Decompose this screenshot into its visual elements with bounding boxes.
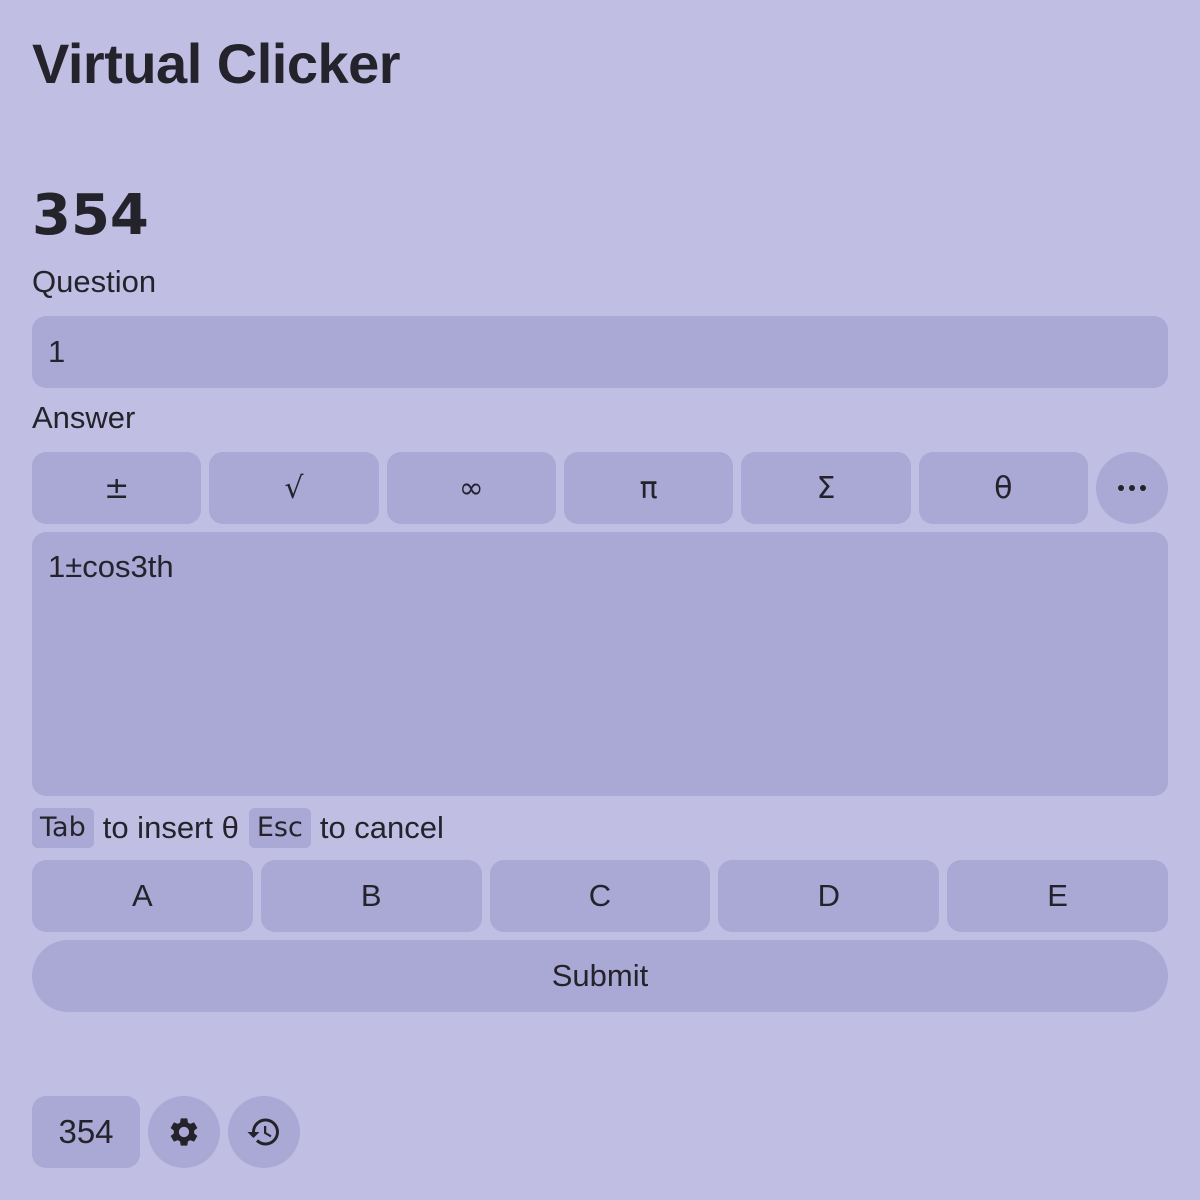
room-code-button[interactable]: 354 (32, 1096, 140, 1168)
insert-pi-button[interactable]: π (563, 452, 734, 524)
more-symbols-button[interactable] (1095, 452, 1168, 524)
esc-key-badge: Esc (248, 808, 311, 848)
question-input[interactable] (32, 316, 1168, 388)
app-title: Virtual Clicker (32, 32, 401, 95)
gear-icon (170, 1118, 198, 1146)
choice-d-button[interactable]: D (718, 860, 940, 932)
more-horizontal-icon (1117, 485, 1124, 491)
history-icon (247, 1118, 279, 1146)
choice-e-button[interactable]: E (947, 860, 1168, 932)
room-code-heading: 354 (32, 183, 149, 248)
choice-c-button[interactable]: C (489, 860, 711, 932)
symbol-toolbar: ± √ ∞ π Σ θ (32, 452, 1168, 524)
choice-b-button[interactable]: B (260, 860, 482, 932)
answer-textarea[interactable]: 1±cos3th (32, 532, 1168, 796)
keyboard-hint: Tab to insert θ Esc to cancel (32, 808, 454, 848)
choice-buttons: A B C D E (32, 860, 1168, 932)
choice-a-button[interactable]: A (32, 860, 253, 932)
insert-theta-button[interactable]: θ (918, 452, 1088, 524)
more-horizontal-icon-dot (1128, 485, 1135, 491)
settings-button[interactable] (148, 1096, 220, 1168)
more-horizontal-icon-dot (1139, 485, 1146, 491)
question-label: Question (32, 264, 157, 299)
tab-hint-text: to insert θ (102, 810, 239, 845)
tab-key-badge: Tab (32, 808, 94, 848)
history-button[interactable] (228, 1096, 300, 1168)
insert-plus-minus-button[interactable]: ± (32, 452, 202, 524)
esc-hint-text: to cancel (319, 810, 444, 845)
insert-infinity-button[interactable]: ∞ (386, 452, 556, 524)
answer-label: Answer (32, 400, 136, 435)
insert-sqrt-button[interactable]: √ (209, 452, 379, 524)
insert-sigma-button[interactable]: Σ (741, 452, 911, 524)
submit-button[interactable]: Submit (32, 940, 1168, 1012)
